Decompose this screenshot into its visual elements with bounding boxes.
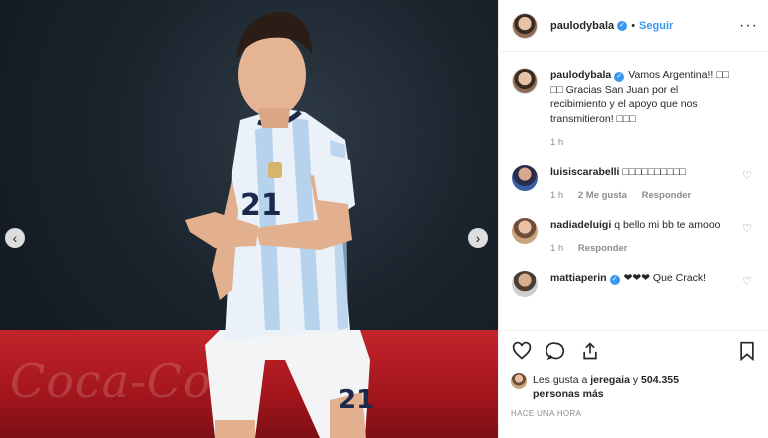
comment-like-heart-icon[interactable]: ♡	[742, 222, 752, 235]
author-username[interactable]: paulodybala	[550, 20, 614, 32]
comment-text: □□□□□□□□□□	[622, 165, 686, 178]
liker-username[interactable]: jeregaia	[590, 374, 630, 386]
comment-likes[interactable]: 2 Me gusta	[578, 190, 627, 201]
more-options-icon[interactable]: ···	[739, 17, 758, 35]
comment-username[interactable]: mattiaperin	[550, 272, 607, 284]
bookmark-icon[interactable]	[736, 340, 758, 362]
caption: paulodybala ✓ Vamos Argentina!! □□ □□ Grac…	[512, 68, 758, 151]
separator-dot: •	[631, 19, 636, 32]
commenter-avatar[interactable]	[512, 270, 538, 297]
verified-badge-icon: ✓	[617, 20, 628, 31]
caption-username[interactable]: paulodybala	[550, 69, 611, 81]
comment-username[interactable]: luisiscarabelli	[550, 166, 619, 178]
post-header: paulodybala ✓ • Seguir ···	[499, 0, 768, 52]
comment-time[interactable]: 1 h	[550, 190, 563, 201]
post-photo[interactable]: Coca-Cola 21 21 ‹ ›	[0, 0, 498, 438]
post-side-panel: paulodybala ✓ • Seguir ··· paulodybala ✓ V…	[498, 0, 768, 438]
reply-button[interactable]: Responder	[578, 243, 628, 254]
commenter-avatar[interactable]	[512, 164, 538, 191]
share-icon[interactable]	[579, 340, 601, 362]
next-photo-button[interactable]: ›	[468, 228, 488, 248]
comment-text: ❤❤❤ Que Crack!	[623, 271, 707, 284]
comment-item: luisiscarabelli □□□□□□□□□□ 1 h 2 Me gusta…	[512, 164, 758, 204]
player-image: 21 21	[185, 12, 374, 438]
comment-like-heart-icon[interactable]: ♡	[742, 275, 752, 288]
reply-button[interactable]: Responder	[642, 190, 692, 201]
comments-list[interactable]: paulodybala ✓ Vamos Argentina!! □□ □□ Grac…	[499, 52, 768, 330]
caption-avatar[interactable]	[512, 68, 538, 94]
caption-time[interactable]: 1 h	[550, 137, 563, 148]
commenter-avatar[interactable]	[512, 217, 538, 244]
comment-time[interactable]: 1 h	[550, 243, 563, 254]
likes-prefix: Les gusta a	[533, 374, 591, 386]
verified-badge-icon: ✓	[609, 274, 620, 285]
likes-conjunction: y	[629, 374, 642, 386]
comment-item: nadiadeluigi q bello mi bb te amooo 1 h R…	[512, 217, 758, 257]
verified-badge-icon: ✓	[614, 72, 625, 82]
comment-text: q bello mi bb te amooo	[614, 218, 721, 231]
comment-username[interactable]: nadiadeluigi	[550, 219, 611, 231]
author-avatar[interactable]	[512, 12, 538, 39]
liker-avatar[interactable]	[511, 373, 527, 389]
previous-photo-button[interactable]: ‹	[5, 228, 25, 248]
like-heart-icon[interactable]	[511, 340, 533, 362]
likes-summary: Les gusta a jeregaia y 504.355 personas …	[511, 373, 758, 401]
chevron-left-icon: ‹	[12, 230, 18, 246]
instagram-post: Coca-Cola 21 21 ‹ › paulodybala ✓ • Segu…	[0, 0, 768, 438]
follow-button[interactable]: Seguir	[639, 20, 673, 32]
post-timestamp[interactable]: HACE UNA HORA	[511, 409, 758, 418]
post-actions: Les gusta a jeregaia y 504.355 personas …	[499, 330, 768, 438]
shorts-number: 21	[338, 385, 374, 415]
comment-like-heart-icon[interactable]: ♡	[742, 169, 752, 182]
comment-bubble-icon[interactable]	[545, 340, 567, 362]
comment-item: mattiaperin ✓ ❤❤❤ Que Crack! ♡	[512, 270, 758, 297]
jersey-number: 21	[240, 188, 282, 223]
chevron-right-icon: ›	[475, 230, 481, 246]
